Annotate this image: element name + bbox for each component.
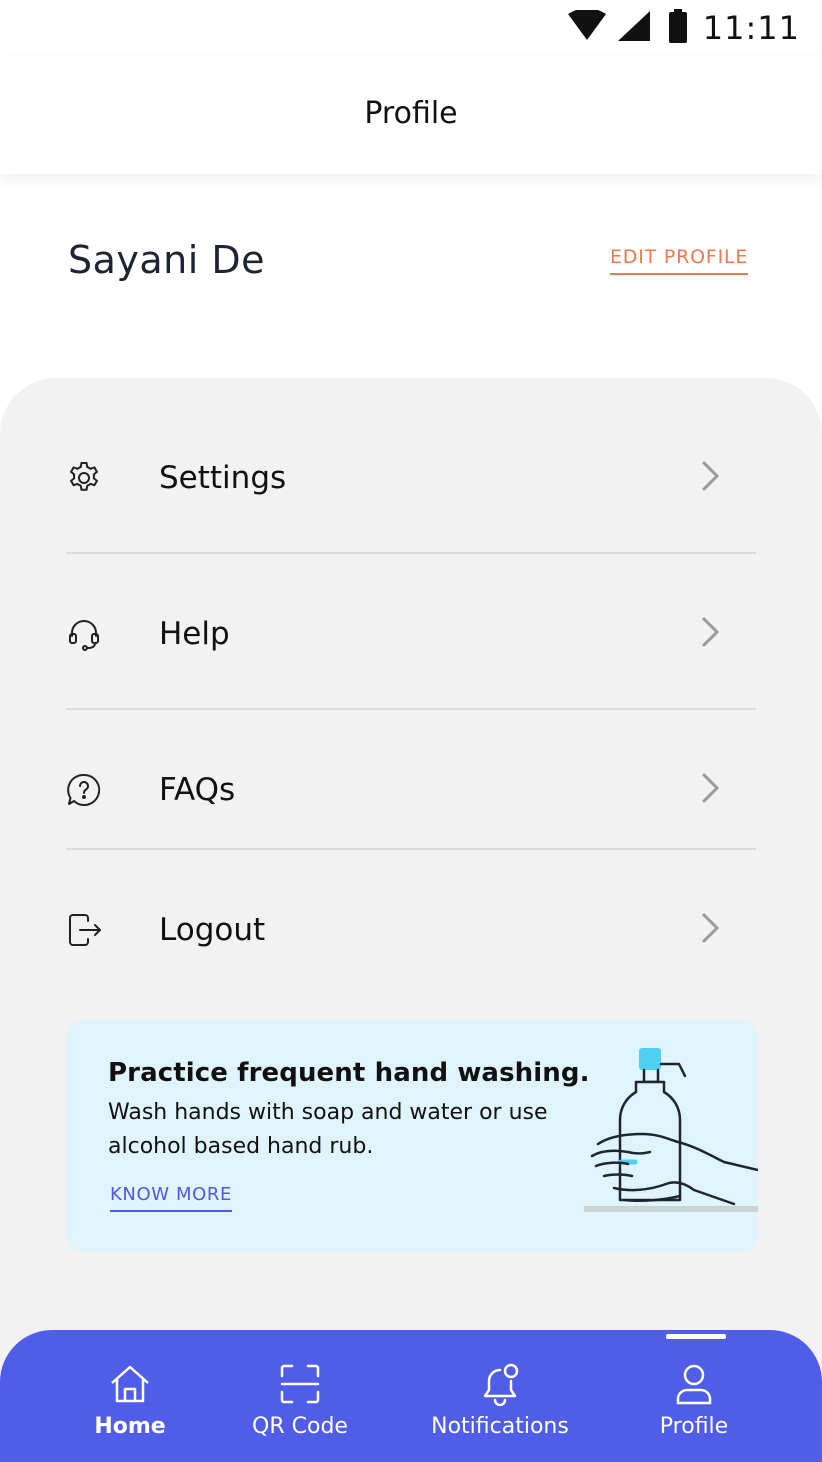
divider [66,848,756,850]
divider [66,708,756,710]
bottom-navigation: Home QR Code Notifications Profile [0,1330,822,1462]
profile-name: Sayani De [68,238,266,282]
chevron-right-icon [700,772,722,808]
hand-sanitizer-illustration [584,1042,758,1214]
edit-profile-link[interactable]: EDIT PROFILE [610,246,749,275]
menu-item-faqs[interactable]: FAQs [66,770,756,810]
status-icons: 11:11 [567,8,800,48]
question-bubble-icon [66,772,102,808]
nav-tab-qr-code[interactable]: QR Code [240,1330,360,1462]
menu-item-settings[interactable]: Settings [66,458,756,498]
nav-tab-home[interactable]: Home [80,1330,180,1462]
headset-icon [66,616,102,652]
chevron-right-icon [700,616,722,652]
hand-washing-tip-card: Practice frequent hand washing. Wash han… [66,1020,758,1252]
bell-icon [478,1362,522,1406]
page-title: Profile [364,95,458,131]
wifi-icon [567,8,607,46]
menu-panel: Settings Help FAQs Logout [0,378,822,1462]
nav-tab-profile[interactable]: Profile [646,1330,742,1462]
status-time: 11:11 [702,9,800,47]
menu-item-help[interactable]: Help [66,614,756,654]
nav-label-notifications: Notifications [431,1414,569,1439]
battery-icon [668,9,687,47]
nav-label-qr-code: QR Code [252,1414,348,1439]
menu-label-faqs: FAQs [159,772,236,808]
app-header: Profile [0,56,822,174]
user-icon [674,1362,714,1406]
signal-icon [617,10,651,46]
nav-label-profile: Profile [659,1414,729,1439]
nav-tab-notifications[interactable]: Notifications [420,1330,580,1462]
chevron-right-icon [700,460,722,496]
home-icon [108,1362,152,1406]
card-title: Practice frequent hand washing. [108,1058,590,1088]
divider [66,552,756,554]
logout-icon [66,912,102,948]
menu-item-logout[interactable]: Logout [66,910,756,950]
card-body: Wash hands with soap and water or use al… [108,1100,548,1159]
menu-label-settings: Settings [159,460,287,496]
menu-label-help: Help [159,616,230,652]
know-more-link[interactable]: KNOW MORE [110,1184,232,1212]
chevron-right-icon [700,912,722,948]
qr-scan-icon [279,1362,321,1406]
menu-label-logout: Logout [159,912,266,948]
gear-icon [66,460,102,496]
nav-label-home: Home [94,1414,166,1439]
status-bar: 11:11 [0,0,822,56]
